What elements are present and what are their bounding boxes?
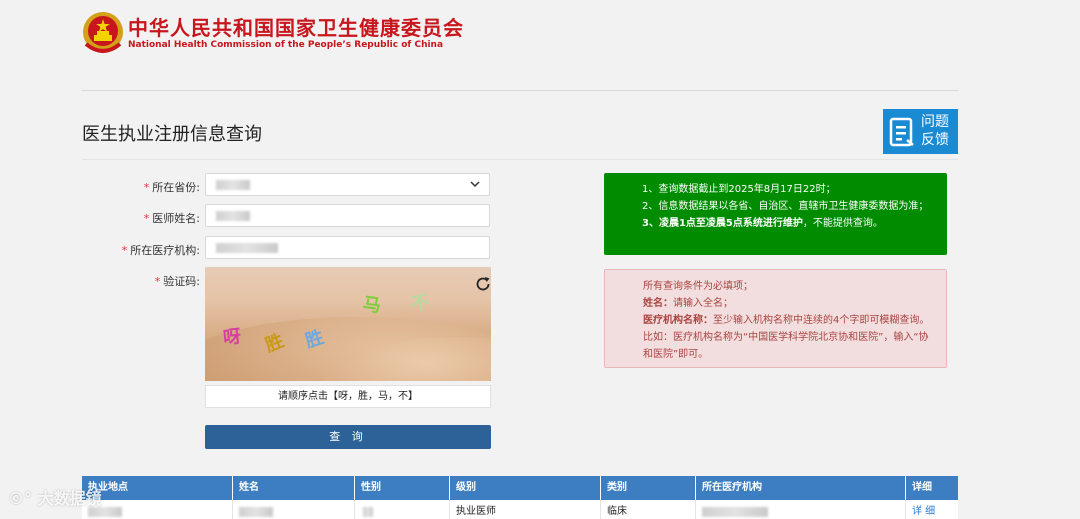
- cell-detail: 详 细: [906, 500, 958, 519]
- cell-name: [233, 500, 355, 519]
- notice-text: ，不能提供查询。: [802, 218, 883, 229]
- captcha-label-text: 验证码:: [163, 275, 200, 288]
- column-header-level: 级别: [450, 476, 601, 500]
- doctor-name-input[interactable]: [205, 204, 490, 227]
- captcha-image[interactable]: 马 不 呀 胜 胜: [205, 267, 491, 381]
- watermark-text: 大数据镜: [37, 489, 102, 508]
- chevron-down-icon: [470, 181, 480, 188]
- table-row: 执业医师 临床 详 细: [82, 500, 958, 519]
- query-button[interactable]: 查 询: [205, 425, 491, 449]
- notice-text: 请输入全名；: [673, 298, 733, 309]
- captcha-char[interactable]: 马: [361, 290, 382, 318]
- notice-bold: 姓名：: [643, 298, 673, 309]
- detail-link[interactable]: 详 细: [912, 506, 935, 517]
- column-header-detail: 详细: [912, 482, 932, 493]
- cell-gender: [355, 500, 450, 519]
- notice-bold: 医疗机构名称：: [643, 315, 713, 326]
- notice-bold: 3、凌晨1点至凌晨5点系统进行维护: [642, 218, 803, 229]
- column-header-institution: 所在医疗机构: [696, 476, 906, 500]
- institution-input[interactable]: [205, 236, 490, 259]
- notice-line: 所有查询条件为必填项；: [643, 281, 753, 292]
- province-label-text: 所在省份:: [152, 181, 200, 194]
- page-title: 医生执业注册信息查询: [82, 124, 262, 145]
- site-header: 中华人民共和国国家卫生健康委员会 National Health Commiss…: [0, 0, 1080, 70]
- cell-category: 临床: [601, 500, 696, 519]
- captcha-char[interactable]: 呀: [222, 322, 243, 350]
- redacted-value: [216, 211, 250, 221]
- divider: [82, 90, 958, 91]
- divider: [82, 159, 958, 160]
- redacted-value: [216, 180, 250, 190]
- feedback-label: 问题反馈: [921, 114, 949, 148]
- required-mark: *: [154, 275, 161, 288]
- required-mark: *: [143, 181, 150, 194]
- results-table: 执业地点 姓名 性别 级别 类别 所在医疗机构 详细 执业医师 临床 详 细: [82, 476, 958, 519]
- feedback-button[interactable]: 问题反馈: [883, 109, 958, 154]
- watermark: ©° 大数据镜: [8, 485, 102, 509]
- column-header-gender: 性别: [355, 476, 450, 500]
- table-header: 执业地点 姓名 性别 级别 类别 所在医疗机构 详细: [82, 476, 958, 500]
- watermark-icon: ©°: [8, 489, 32, 508]
- site-title-en: National Health Commission of the People…: [128, 40, 444, 50]
- required-mark: *: [143, 212, 150, 225]
- refresh-icon[interactable]: [474, 275, 492, 293]
- notice-line: 医疗机构名称：至少输入机构名称中连续的4个字即可模糊查询。比如：医疗机构名称为“…: [643, 312, 936, 363]
- province-label: * 所在省份:: [144, 179, 200, 195]
- site-title-cn: 中华人民共和国国家卫生健康委员会: [128, 16, 464, 40]
- feedback-icon: [889, 117, 914, 147]
- column-header-name: 姓名: [233, 476, 355, 500]
- name-label-text: 医师姓名:: [152, 212, 200, 225]
- notice-green: 1、查询数据截止到2025年8月17日22时； 2、信息数据结果以各省、自治区、…: [604, 173, 947, 255]
- column-header-location: 执业地点: [82, 476, 233, 500]
- captcha-char[interactable]: 不: [409, 288, 431, 317]
- cell-level: 执业医师: [450, 500, 601, 519]
- captcha-label: * 验证码:: [155, 273, 200, 289]
- notice-line: 2、信息数据结果以各省、自治区、直辖市卫生健康委数据为准；: [642, 201, 929, 212]
- required-mark: *: [121, 244, 128, 257]
- notice-red: 所有查询条件为必填项； 姓名：请输入全名； 医疗机构名称：至少输入机构名称中连续…: [604, 269, 947, 368]
- province-select[interactable]: [205, 173, 490, 196]
- column-header-category: 类别: [601, 476, 696, 500]
- redacted-value: [216, 243, 278, 253]
- notice-line: 3、凌晨1点至凌晨5点系统进行维护，不能提供查询。: [642, 215, 933, 232]
- institution-label-text: 所在医疗机构:: [130, 244, 200, 257]
- national-emblem-icon: [83, 12, 123, 53]
- cell-location: [82, 500, 233, 519]
- notice-line: 1、查询数据截止到2025年8月17日22时；: [642, 184, 836, 195]
- notice-line: 姓名：请输入全名；: [643, 295, 936, 312]
- cell-institution: [696, 500, 906, 519]
- institution-label: * 所在医疗机构:: [122, 242, 200, 258]
- captcha-hint: 请顺序点击【呀，胜，马，不】: [205, 385, 491, 408]
- name-label: * 医师姓名:: [144, 210, 200, 226]
